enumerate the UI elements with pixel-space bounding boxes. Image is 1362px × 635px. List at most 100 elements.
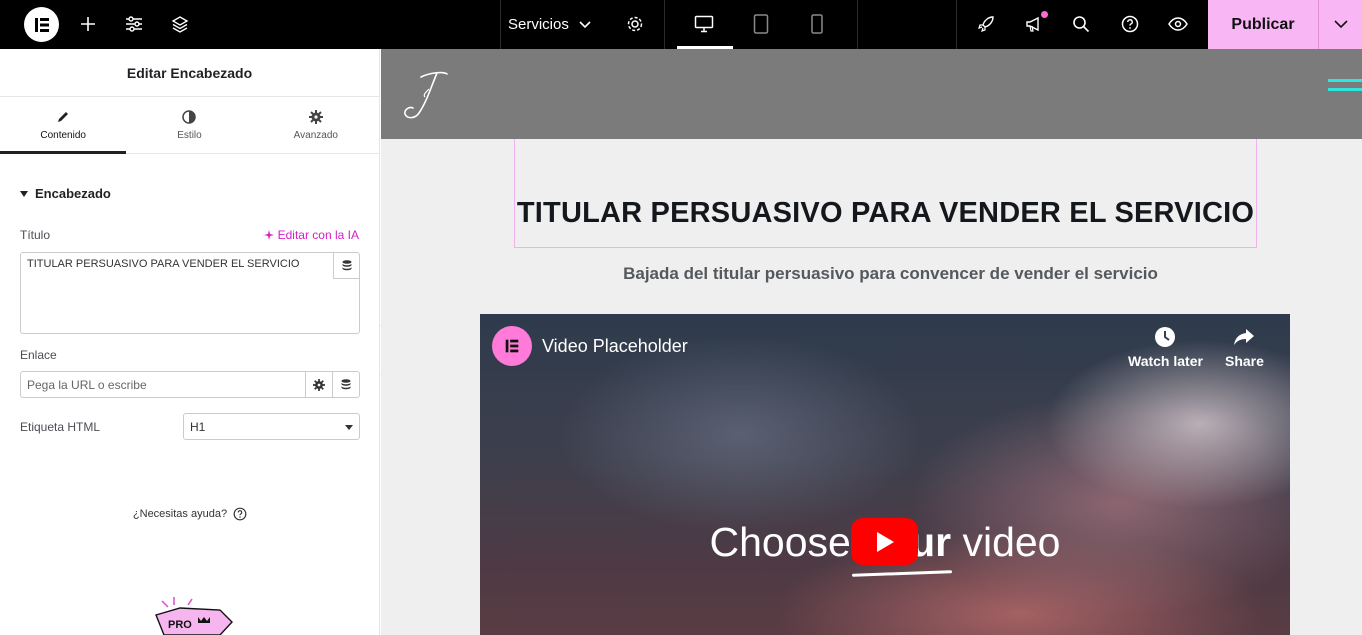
selected-heading-widget[interactable]: TITULAR PERSUASIVO PARA VENDER EL SERVIC…	[514, 139, 1257, 248]
gear-icon	[313, 378, 325, 391]
notification-dot	[1041, 11, 1048, 18]
clock-icon	[1155, 327, 1176, 347]
search-icon	[1073, 16, 1090, 33]
tab-label: Avanzado	[293, 129, 338, 141]
structure-button[interactable]	[168, 12, 192, 36]
search-button[interactable]	[1069, 12, 1093, 36]
question-icon	[1121, 15, 1139, 33]
rocket-icon	[978, 16, 994, 32]
elementor-logo-icon	[505, 339, 519, 353]
watch-later-label: Watch later	[1128, 353, 1203, 369]
desktop-icon	[694, 15, 714, 33]
dynamic-tags-button[interactable]	[333, 253, 359, 279]
sliders-icon	[126, 16, 142, 32]
overlay-underline	[851, 570, 953, 577]
video-title[interactable]: Video Placeholder	[542, 336, 688, 357]
divider	[664, 0, 665, 49]
play-icon	[876, 531, 894, 552]
title-textarea[interactable]: TITULAR PERSUASIVO PARA VENDER EL SERVIC…	[20, 252, 360, 334]
help-link[interactable]: ¿Necesitas ayuda?	[0, 507, 380, 521]
divider	[500, 0, 501, 49]
caret-down-icon	[345, 425, 353, 430]
link-dynamic-tags-button[interactable]	[332, 372, 359, 397]
elementor-logo-icon	[34, 17, 49, 32]
preview-button[interactable]	[1166, 12, 1190, 36]
publish-button[interactable]: Publicar	[1208, 0, 1318, 49]
watch-later-button[interactable]: Watch later	[1128, 326, 1203, 369]
help-label: ¿Necesitas ayuda?	[132, 508, 228, 520]
overlay-text-part: Choose	[709, 519, 863, 565]
question-icon	[233, 507, 247, 521]
link-url-placeholder: Pega la URL o escribe	[27, 377, 147, 392]
elementor-logo-button[interactable]	[24, 7, 59, 42]
eye-icon	[1168, 17, 1188, 31]
add-element-button[interactable]	[76, 12, 100, 36]
chevron-down-icon	[579, 20, 591, 28]
plus-icon	[81, 17, 95, 31]
section-title: Encabezado	[35, 186, 111, 201]
pro-promo-illustration: PRO	[152, 597, 242, 635]
publish-options-button[interactable]	[1318, 0, 1362, 49]
title-field-label: Título	[20, 228, 51, 242]
contrast-icon	[182, 109, 197, 124]
page-subheading: Bajada del titular persuasivo para conve…	[623, 264, 1158, 283]
gear-icon	[308, 109, 323, 124]
panel-title: Editar Encabezado	[0, 49, 379, 97]
link-options-button[interactable]	[305, 372, 332, 397]
link-url-input[interactable]: Pega la URL o escribe	[20, 371, 360, 398]
site-settings-button[interactable]	[122, 12, 146, 36]
edit-with-ai-link[interactable]: Editar con la IA	[263, 228, 359, 242]
database-icon	[342, 260, 351, 271]
ai-link-label: Editar con la IA	[277, 228, 359, 242]
divider	[857, 0, 858, 49]
help-button[interactable]	[1118, 12, 1142, 36]
chevron-down-icon	[1333, 20, 1348, 29]
share-arrow-icon	[1234, 329, 1255, 345]
page-settings-button[interactable]	[623, 12, 647, 36]
mobile-view-button[interactable]	[805, 12, 829, 36]
tab-contenido[interactable]: Contenido	[0, 97, 127, 154]
database-icon	[341, 379, 351, 390]
html-tag-label: Etiqueta HTML	[20, 420, 101, 434]
channel-avatar[interactable]	[492, 326, 532, 366]
pencil-icon	[58, 111, 69, 122]
desktop-view-button[interactable]	[692, 12, 716, 36]
html-tag-select[interactable]: H1	[183, 413, 360, 440]
layers-icon	[171, 16, 189, 33]
sparkle-icon	[263, 229, 274, 240]
divider	[956, 0, 957, 49]
tab-avanzado[interactable]: Avanzado	[253, 97, 379, 153]
megaphone-icon	[1026, 16, 1039, 32]
page-selector-label: Servicios	[508, 16, 569, 33]
top-toolbar: Servicios Publicar	[0, 0, 1362, 49]
publish-label: Publicar	[1231, 15, 1295, 33]
tab-label: Estilo	[177, 129, 202, 141]
page-heading: TITULAR PERSUASIVO PARA VENDER EL SERVIC…	[516, 197, 1255, 229]
video-player[interactable]: Video Placeholder Watch later Share Choo…	[480, 314, 1290, 635]
hamburger-menu-icon[interactable]	[1328, 79, 1362, 97]
site-header	[381, 49, 1362, 139]
mobile-icon	[811, 14, 823, 34]
title-textarea-value: TITULAR PERSUASIVO PARA VENDER EL SERVIC…	[27, 258, 300, 270]
share-button[interactable]: Share	[1225, 326, 1264, 369]
html-tag-value: H1	[190, 419, 206, 434]
tab-estilo[interactable]: Estilo	[126, 97, 252, 153]
pro-badge-icon: PRO	[155, 597, 233, 635]
section-toggle-encabezado[interactable]: Encabezado	[20, 186, 111, 201]
launchpad-button[interactable]	[974, 12, 998, 36]
site-logo[interactable]	[399, 67, 455, 123]
overlay-text-part: video	[951, 519, 1061, 565]
preview-canvas: TITULAR PERSUASIVO PARA VENDER EL SERVIC…	[381, 49, 1362, 635]
play-button[interactable]	[851, 518, 918, 565]
editor-panel: Editar Encabezado Contenido Estilo Avanz…	[0, 49, 380, 635]
caret-down-icon	[20, 190, 28, 197]
tab-label: Contenido	[40, 129, 86, 141]
page-selector[interactable]: Servicios	[508, 0, 591, 49]
gear-icon	[627, 16, 643, 32]
share-label: Share	[1225, 353, 1264, 369]
tablet-view-button[interactable]	[749, 12, 773, 36]
promo-text: PRO	[168, 619, 192, 631]
link-field-label: Enlace	[20, 348, 57, 362]
tablet-icon	[753, 14, 769, 34]
panel-tabs: Contenido Estilo Avanzado	[0, 97, 379, 154]
